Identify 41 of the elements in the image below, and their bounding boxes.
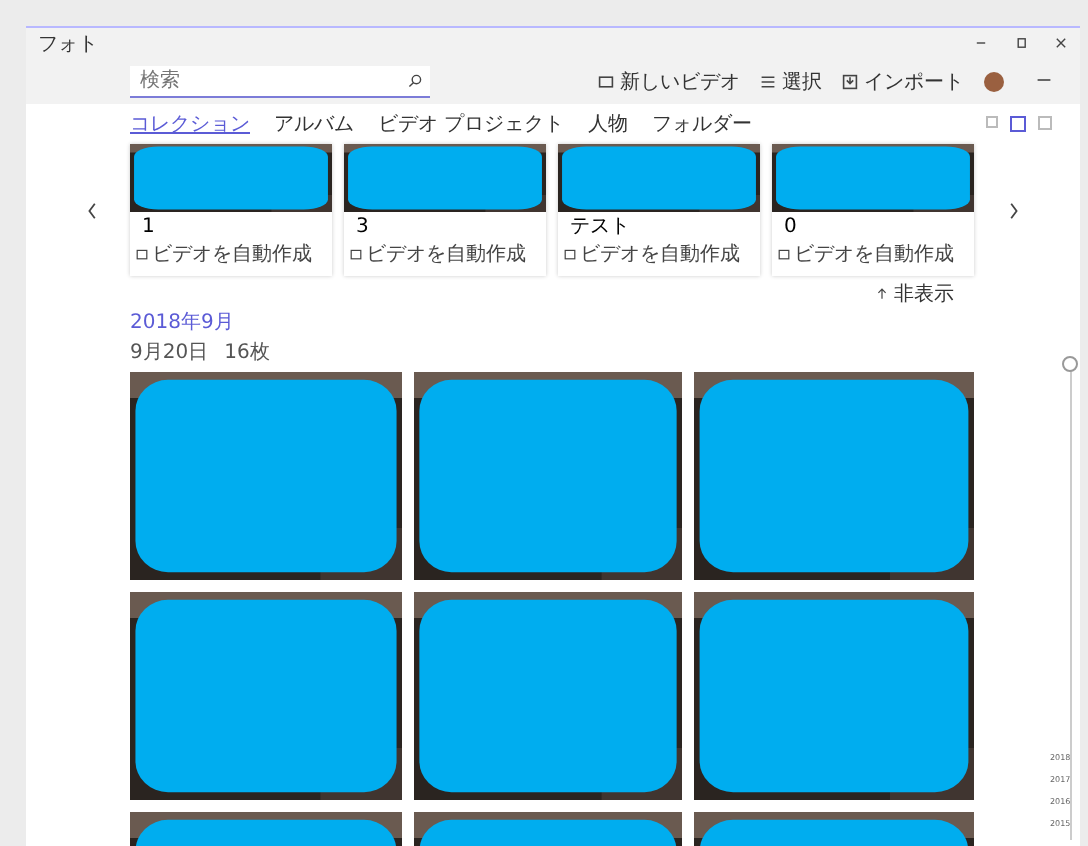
import-icon [842,74,858,90]
album-card[interactable]: 0 ビデオを自動作成 [772,144,974,276]
window-title: フォト [38,32,98,58]
album-card[interactable]: テスト ビデオを自動作成 [558,144,760,276]
arrow-up-icon [876,288,888,300]
chevron-left-icon [83,202,101,220]
hide-button[interactable]: 非表示 [876,280,954,308]
toolbar-button[interactable]: インポート [842,68,964,96]
album-name: 0 [784,216,799,238]
video-icon [564,248,576,260]
auto-video-link[interactable]: ビデオを自動作成 [564,240,760,268]
date-heading: 9月20日 [130,340,209,366]
album-card[interactable]: 1 ビデオを自動作成 [130,144,332,276]
close-icon [1053,35,1067,49]
video-icon [136,248,148,260]
maximize-icon [1013,35,1027,49]
album-name: 1 [142,216,157,238]
tab[interactable]: フォルダー [652,110,753,138]
tab[interactable]: 人物 [588,110,629,138]
month-heading: 2018年9月 [130,310,236,336]
auto-video-link[interactable]: ビデオを自動作成 [778,240,974,268]
video-icon [350,248,362,260]
scrubber-handle[interactable] [1062,356,1078,372]
album-name: テスト [570,216,632,238]
tab[interactable]: ビデオ プロジェクト [378,110,565,138]
tab[interactable]: アルバム [274,110,354,138]
auto-video-link[interactable]: ビデオを自動作成 [350,240,546,268]
view-size-button[interactable] [1010,116,1026,132]
list-icon [760,74,776,90]
auto-video-link[interactable]: ビデオを自動作成 [136,240,332,268]
album-name: 3 [356,216,371,238]
search-icon [408,74,422,88]
tab[interactable]: コレクション [130,110,250,138]
toolbar-button[interactable]: 新しいビデオ [598,68,740,96]
video-icon [598,74,614,90]
search-field[interactable]: 検索 [130,66,430,98]
photo-count: 16枚 [224,339,270,366]
video-icon [778,248,790,260]
album-card[interactable]: 3 ビデオを自動作成 [344,144,546,276]
avatar[interactable] [984,72,1004,92]
toolbar-button[interactable]: 選択 [760,68,822,96]
